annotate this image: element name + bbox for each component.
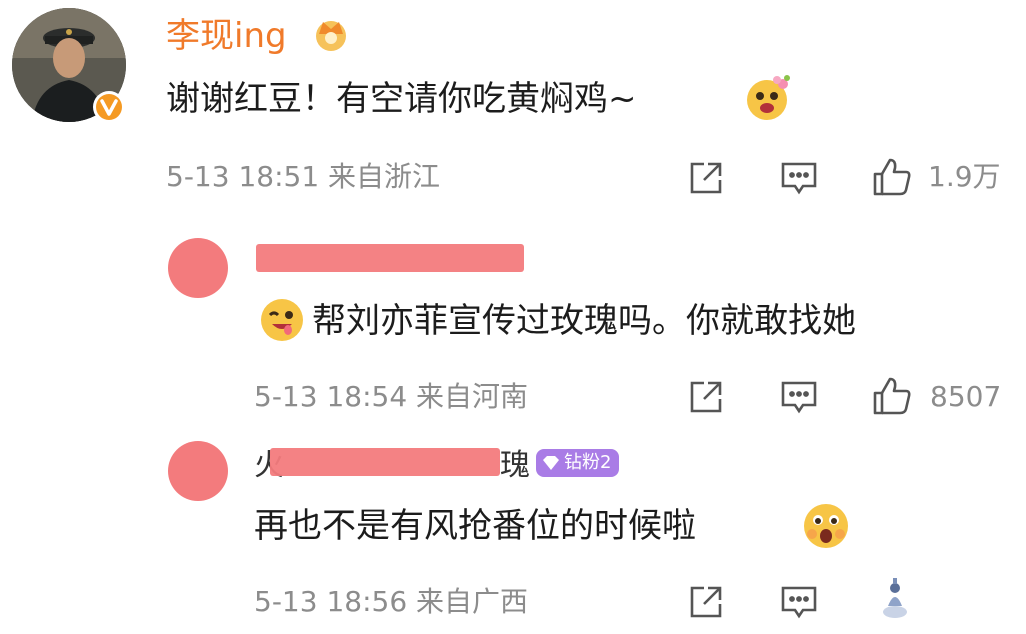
share-icon[interactable] [686,158,726,198]
comment-meta: 5-13 18:51 来自浙江 [166,160,441,193]
avatar[interactable] [168,441,228,501]
comment-meta: 5-13 18:54 来自河南 [254,380,529,413]
comment-icon[interactable] [779,377,819,417]
fan-badge: 钻粉2 [536,449,620,477]
like-count: 8507 [930,380,1002,413]
username-suffix[interactable]: 瑰 [500,446,530,486]
comment-meta: 5-13 18:56 来自广西 [254,585,529,618]
emoji-icon [800,500,852,552]
badge-label: 钻粉2 [564,452,612,473]
comment-text: 帮刘亦菲宣传过玫瑰吗。你就敢找她 [312,301,856,341]
share-icon[interactable] [686,377,726,417]
comment-icon[interactable] [779,582,819,622]
verified-icon [92,90,126,124]
comment-text: 再也不是有风抢番位的时候啦 [254,506,696,546]
comment-icon[interactable] [779,158,819,198]
avatar[interactable] [168,238,228,298]
like-count: 1.9万 [928,160,1001,193]
redacted-username [256,244,524,272]
username[interactable]: 李现ing [166,16,287,56]
like-icon[interactable] [871,156,911,196]
comment-text: 谢谢红豆！有空请你吃黄焖鸡~ [166,79,637,119]
diamond-icon [543,456,559,470]
like-icon[interactable] [871,375,911,415]
emoji-icon [743,74,793,124]
like-icon[interactable] [878,576,912,620]
redacted-username [270,448,500,476]
share-icon[interactable] [686,582,726,622]
crown-icon [311,14,351,54]
emoji-icon [258,296,306,344]
